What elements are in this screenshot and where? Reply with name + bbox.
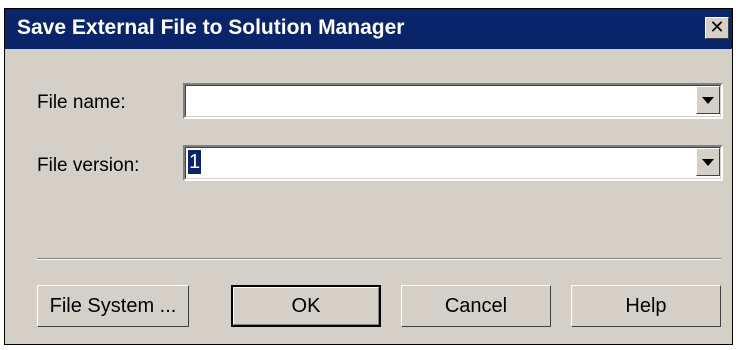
- chevron-down-icon: [702, 158, 714, 166]
- file-name-dropdown-button[interactable]: [696, 86, 720, 114]
- chevron-down-icon: [702, 96, 714, 104]
- cancel-button[interactable]: Cancel: [401, 285, 551, 327]
- save-external-file-dialog: Save External File to Solution Manager ✕…: [4, 8, 733, 345]
- title-bar[interactable]: Save External File to Solution Manager ✕: [5, 9, 732, 49]
- file-name-label: File name:: [37, 92, 126, 113]
- file-version-dropdown-button[interactable]: [696, 148, 720, 176]
- file-version-label: File version:: [37, 155, 140, 176]
- ok-button[interactable]: OK: [231, 285, 381, 327]
- close-button[interactable]: ✕: [705, 17, 729, 39]
- help-button[interactable]: Help: [571, 285, 721, 327]
- dialog-title: Save External File to Solution Manager: [17, 16, 405, 39]
- file-name-combobox[interactable]: [183, 83, 723, 119]
- file-system-button[interactable]: File System ...: [37, 285, 189, 327]
- file-version-value[interactable]: 1: [188, 150, 202, 174]
- separator: [37, 258, 721, 260]
- file-version-combobox[interactable]: 1: [183, 145, 723, 181]
- close-icon: ✕: [709, 17, 725, 38]
